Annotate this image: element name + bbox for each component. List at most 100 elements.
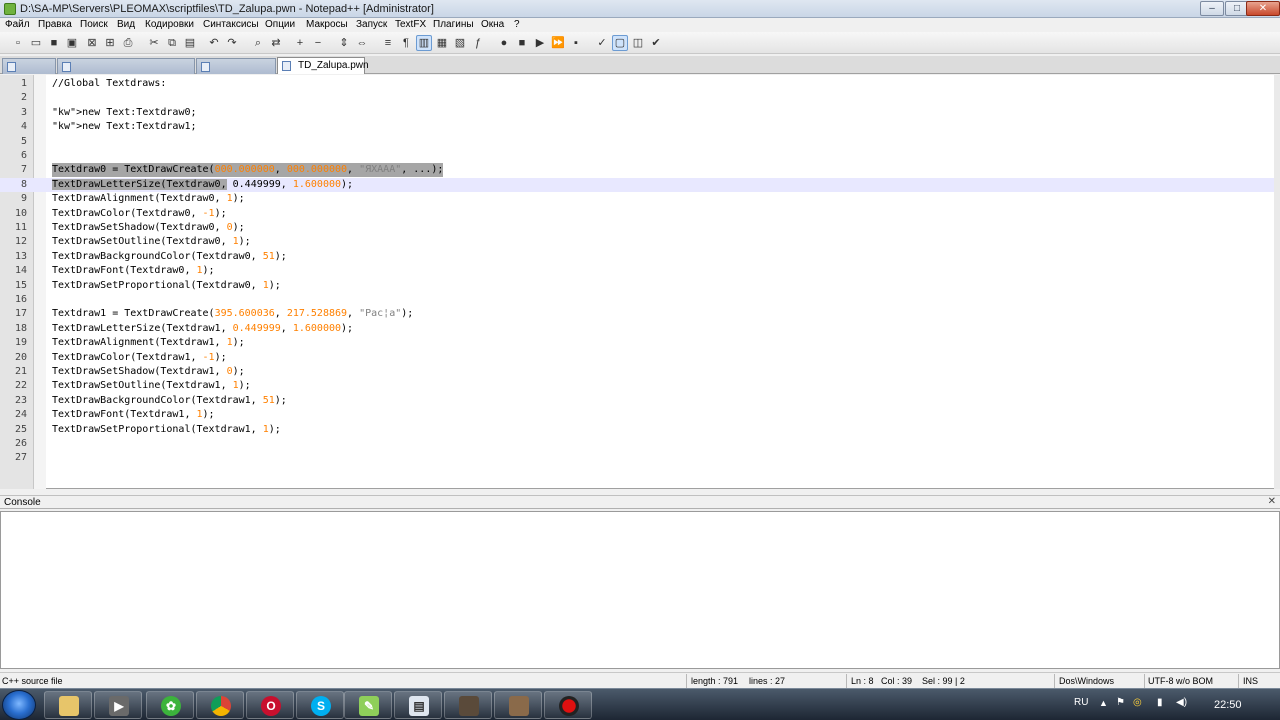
taskbar-skype[interactable]: S	[296, 691, 344, 719]
code-line-26[interactable]: 26	[0, 437, 1280, 451]
print-icon[interactable]: ⎙	[120, 35, 136, 51]
new-file-icon[interactable]: ▫	[10, 35, 26, 51]
word-wrap-icon[interactable]: ≡	[380, 35, 396, 51]
taskbar-notepad-plus-plus[interactable]: ✎	[344, 691, 392, 719]
find-icon[interactable]: ⌕	[250, 35, 266, 51]
code-editor[interactable]: 1//Global Textdraws: 2 3 "kw">new Text:Text…	[0, 75, 1280, 489]
record-macro-icon[interactable]: ●	[496, 35, 512, 51]
tab-file-2[interactable]	[57, 58, 195, 74]
copy-icon[interactable]: ⧉	[164, 35, 180, 51]
status-encoding[interactable]: UTF-8 w/o BOM	[1148, 676, 1213, 686]
zoom-in-icon[interactable]: +	[292, 35, 308, 51]
code-line-5[interactable]: 5	[0, 135, 1280, 149]
close-button[interactable]: ✕	[1246, 1, 1280, 16]
taskbar-game-char[interactable]	[494, 691, 542, 719]
replace-icon[interactable]: ⇄	[268, 35, 284, 51]
code-line-20[interactable]: 20 TextDrawColor(Textdraw1, -1);	[0, 351, 1280, 365]
menu-edit[interactable]: Правка	[38, 19, 72, 30]
menu-view[interactable]: Вид	[117, 19, 135, 30]
view-panel-icon[interactable]: ▢	[612, 35, 628, 51]
stop-macro-icon[interactable]: ■	[514, 35, 530, 51]
function-list-icon[interactable]: ƒ	[470, 35, 486, 51]
code-line-21[interactable]: 21 TextDrawSetShadow(Textdraw1, 0);	[0, 365, 1280, 379]
run-macro-multiple-icon[interactable]: ⏩	[550, 35, 566, 51]
minimize-button[interactable]: –	[1200, 1, 1224, 16]
taskbar-window[interactable]: ▤	[394, 691, 442, 719]
menu-file[interactable]: Файл	[5, 19, 30, 30]
code-line-6[interactable]: 6	[0, 149, 1280, 163]
preview-icon[interactable]: ◫	[630, 35, 646, 51]
taskbar-media-player[interactable]: ▶	[94, 691, 142, 719]
menu-syntax[interactable]: Синтаксисы	[203, 19, 259, 30]
code-line-25[interactable]: 25 TextDrawSetProportional(Textdraw1, 1);	[0, 423, 1280, 437]
open-file-icon[interactable]: ▭	[28, 35, 44, 51]
play-macro-icon[interactable]: ▶	[532, 35, 548, 51]
code-line-9[interactable]: 9 TextDrawAlignment(Textdraw0, 1);	[0, 192, 1280, 206]
code-line-15[interactable]: 15 TextDrawSetProportional(Textdraw0, 1);	[0, 279, 1280, 293]
tray-arrow-icon[interactable]: ▲	[1099, 698, 1108, 708]
menu-macros[interactable]: Макросы	[306, 19, 348, 30]
code-line-16[interactable]: 16	[0, 293, 1280, 307]
clock[interactable]: 22:50	[1214, 699, 1242, 711]
code-line-22[interactable]: 22 TextDrawSetOutline(Textdraw1, 1);	[0, 379, 1280, 393]
code-line-10[interactable]: 10 TextDrawColor(Textdraw0, -1);	[0, 207, 1280, 221]
language-indicator[interactable]: RU	[1074, 697, 1088, 708]
tray-flag-icon[interactable]: ⚑	[1116, 697, 1125, 708]
zoom-out-icon[interactable]: −	[310, 35, 326, 51]
paste-icon[interactable]: ▤	[182, 35, 198, 51]
code-line-12[interactable]: 12 TextDrawSetOutline(Textdraw0, 1);	[0, 235, 1280, 249]
code-line-24[interactable]: 24 TextDrawFont(Textdraw1, 1);	[0, 408, 1280, 422]
code-line-23[interactable]: 23 TextDrawBackgroundColor(Textdraw1, 51)…	[0, 394, 1280, 408]
taskbar-explorer[interactable]	[44, 691, 92, 719]
menu-windows[interactable]: Окна	[481, 19, 504, 30]
save-all-icon[interactable]: ▣	[64, 35, 80, 51]
code-line-17[interactable]: 17 Textdraw1 = TextDrawCreate(395.600036,…	[0, 307, 1280, 321]
code-line-13[interactable]: 13 TextDrawBackgroundColor(Textdraw0, 51)…	[0, 250, 1280, 264]
user-lang-icon[interactable]: ▦	[434, 35, 450, 51]
taskbar-icq[interactable]: ✿	[146, 691, 194, 719]
code-line-3[interactable]: 3 "kw">new Text:Textdraw0;	[0, 106, 1280, 120]
code-line-18[interactable]: 18 TextDrawLetterSize(Textdraw1, 0.449999…	[0, 322, 1280, 336]
tab-file-3[interactable]	[196, 58, 276, 74]
spell-check-icon[interactable]: ✓	[594, 35, 610, 51]
menu-help[interactable]: ?	[514, 19, 520, 30]
menu-textfx[interactable]: TextFX	[395, 19, 426, 30]
undo-icon[interactable]: ↶	[206, 35, 222, 51]
console-panel[interactable]	[0, 511, 1280, 669]
tab-td-zalupa[interactable]: TD_Zalupa.pwn	[277, 57, 369, 74]
menu-options[interactable]: Опции	[265, 19, 295, 30]
taskbar-chrome[interactable]	[196, 691, 244, 719]
code-line-7[interactable]: 7 Textdraw0 = TextDrawCreate(000.000000, …	[0, 163, 1280, 178]
indent-guide-icon[interactable]: ▥	[416, 35, 432, 51]
start-button[interactable]	[2, 690, 36, 720]
doc-map-icon[interactable]: ▧	[452, 35, 468, 51]
taskbar-record[interactable]	[544, 691, 592, 719]
console-close-icon[interactable]: ✕	[1268, 496, 1276, 507]
redo-icon[interactable]: ↷	[224, 35, 240, 51]
status-eol[interactable]: Dos\Windows	[1059, 676, 1114, 686]
cut-icon[interactable]: ✂	[146, 35, 162, 51]
menu-encoding[interactable]: Кодировки	[145, 19, 194, 30]
taskbar-game-sa[interactable]	[444, 691, 492, 719]
code-line-2[interactable]: 2	[0, 91, 1280, 105]
tray-network-icon[interactable]: ▮	[1157, 697, 1163, 708]
save-icon[interactable]: ■	[46, 35, 62, 51]
menu-search[interactable]: Поиск	[80, 19, 108, 30]
sync-horizontal-icon[interactable]: ⇔	[354, 35, 370, 51]
tray-volume-icon[interactable]: ◀)	[1176, 697, 1187, 708]
code-line-8[interactable]: 8 TextDrawLetterSize(Textdraw0, 0.449999,…	[0, 177, 1280, 192]
check-icon[interactable]: ✔	[648, 35, 664, 51]
tab-file-1[interactable]	[2, 58, 56, 74]
code-line-14[interactable]: 14 TextDrawFont(Textdraw0, 1);	[0, 264, 1280, 278]
editor-scrollbar[interactable]	[1274, 75, 1280, 489]
menu-plugins[interactable]: Плагины	[433, 19, 474, 30]
code-line-19[interactable]: 19 TextDrawAlignment(Textdraw1, 1);	[0, 336, 1280, 350]
close-file-icon[interactable]: ⊠	[84, 35, 100, 51]
code-line-4[interactable]: 4 "kw">new Text:Textdraw1;	[0, 120, 1280, 134]
tray-app-icon[interactable]: ◎	[1133, 697, 1142, 708]
menu-run[interactable]: Запуск	[356, 19, 387, 30]
code-line-27[interactable]: 27	[0, 451, 1280, 465]
taskbar-opera[interactable]: O	[246, 691, 294, 719]
code-line-11[interactable]: 11 TextDrawSetShadow(Textdraw0, 0);	[0, 221, 1280, 235]
save-macro-icon[interactable]: ▪	[568, 35, 584, 51]
